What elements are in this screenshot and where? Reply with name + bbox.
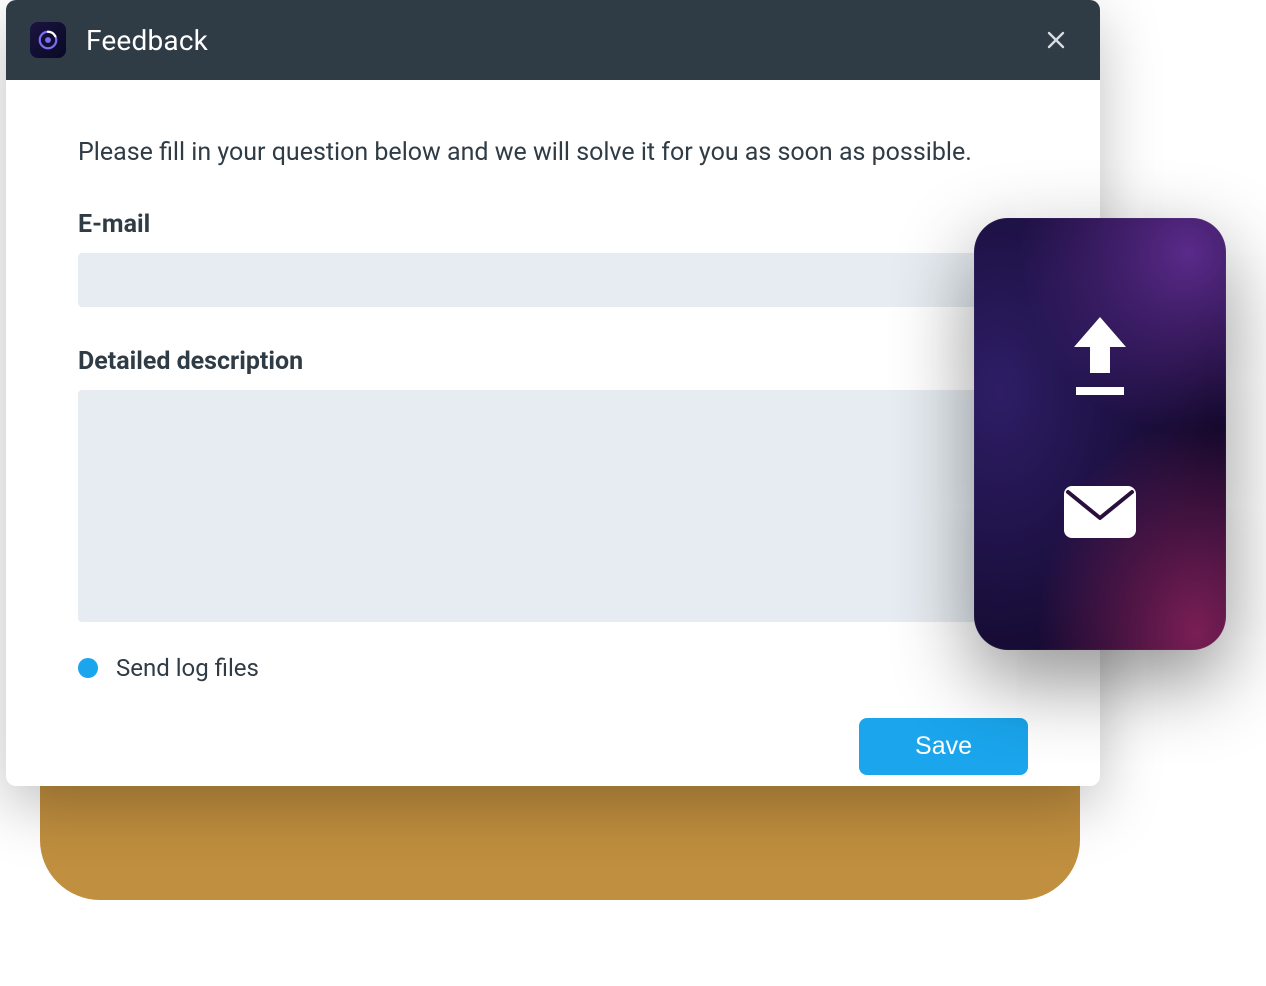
email-field[interactable]	[78, 253, 1028, 307]
app-icon	[30, 22, 66, 58]
log-files-label: Send log files	[116, 654, 259, 682]
close-icon	[1044, 28, 1068, 52]
window-title: Feedback	[86, 24, 1036, 57]
actions-row: Save	[78, 718, 1028, 775]
log-files-radio[interactable]	[78, 658, 98, 678]
description-field[interactable]	[78, 390, 1028, 622]
mail-button[interactable]	[1052, 464, 1148, 560]
titlebar: Feedback	[6, 0, 1100, 80]
email-label: E-mail	[78, 210, 1028, 239]
side-action-card	[974, 218, 1226, 650]
upload-button[interactable]	[1052, 308, 1148, 404]
log-files-row: Send log files	[78, 654, 1028, 682]
close-button[interactable]	[1036, 20, 1076, 60]
save-button[interactable]: Save	[859, 718, 1028, 775]
intro-text: Please fill in your question below and w…	[78, 136, 1028, 170]
upload-icon	[1060, 311, 1140, 401]
feedback-modal: Feedback Please fill in your question be…	[6, 0, 1100, 786]
modal-content: Please fill in your question below and w…	[6, 80, 1100, 786]
mail-icon	[1060, 467, 1140, 557]
description-label: Detailed description	[78, 347, 1028, 376]
